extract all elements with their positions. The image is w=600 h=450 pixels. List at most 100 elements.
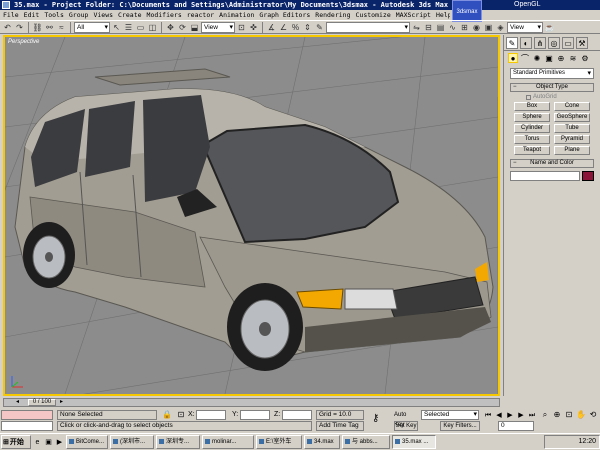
x-coord-input[interactable] xyxy=(196,410,226,420)
geometry-icon[interactable]: ● xyxy=(508,53,518,63)
select-move-icon[interactable]: ✥ xyxy=(165,22,176,33)
spacewarps-icon[interactable]: ≋ xyxy=(568,53,578,63)
minivan-model[interactable] xyxy=(14,68,494,371)
render-view-dropdown[interactable]: View xyxy=(507,21,543,33)
mirror-icon[interactable]: ⇋ xyxy=(411,22,422,33)
modify-tab-icon[interactable]: ◐ xyxy=(520,37,532,49)
angle-snap-icon[interactable]: ∠ xyxy=(278,22,289,33)
object-name-input[interactable] xyxy=(510,171,580,181)
named-selection-edit-icon[interactable]: ✎ xyxy=(314,22,325,33)
quicklaunch-media-icon[interactable]: ▶ xyxy=(55,438,64,447)
shapes-icon[interactable]: ⌒ xyxy=(520,53,530,63)
menu-customize[interactable]: Customize xyxy=(356,10,391,20)
maxscript-listener-mini[interactable] xyxy=(1,410,53,420)
utilities-tab-icon[interactable]: ⚒ xyxy=(576,37,588,49)
zoom-extents-icon[interactable]: ⊡ xyxy=(564,410,574,420)
select-rotate-icon[interactable]: ⟳ xyxy=(177,22,188,33)
set-key-button[interactable]: Set Key xyxy=(394,421,418,431)
systems-icon[interactable]: ⚙ xyxy=(580,53,590,63)
quicklaunch-ie-icon[interactable]: e xyxy=(33,438,42,447)
name-color-rollout-header[interactable]: − Name and Color xyxy=(510,159,594,168)
menu-tools[interactable]: Tools xyxy=(44,10,64,20)
absolute-mode-icon[interactable]: ⊡ xyxy=(176,410,186,420)
taskbar-item[interactable]: molinar... xyxy=(202,435,254,449)
autogrid-checkbox[interactable]: AutoGrid xyxy=(510,92,594,102)
menu-views[interactable]: Views xyxy=(93,10,113,20)
select-scale-icon[interactable]: ⬓ xyxy=(189,22,200,33)
render-setup-icon[interactable]: ▣ xyxy=(483,22,494,33)
reference-coord-dropdown[interactable]: View xyxy=(201,21,235,33)
object-type-rollout-header[interactable]: − Object Type xyxy=(510,83,594,92)
play-icon[interactable]: ▶ xyxy=(505,411,515,420)
align-icon[interactable]: ⊟ xyxy=(423,22,434,33)
taskbar-item[interactable]: (深圳市... xyxy=(110,435,154,449)
time-slider-track[interactable]: ◂ 0 / 100 ▸ xyxy=(3,398,500,407)
menu-group[interactable]: Group xyxy=(69,10,89,20)
arc-rotate-icon[interactable]: ⟲ xyxy=(588,410,598,420)
select-manipulate-icon[interactable]: ✜ xyxy=(248,22,259,33)
render-frame-icon[interactable]: ◈ xyxy=(495,22,506,33)
go-to-start-icon[interactable]: ⏮ xyxy=(483,411,493,420)
pan-icon[interactable]: ✋ xyxy=(576,410,586,420)
redo-icon[interactable]: ↷ xyxy=(14,22,25,33)
spinner-snap-icon[interactable]: ⇕ xyxy=(302,22,313,33)
taskbar-item[interactable]: 深圳专... xyxy=(156,435,200,449)
menu-rendering[interactable]: Rendering xyxy=(315,10,350,20)
y-coord-input[interactable] xyxy=(240,410,270,420)
undo-icon[interactable]: ↶ xyxy=(2,22,13,33)
menu-edit[interactable]: Edit xyxy=(24,10,40,20)
key-filters-button[interactable]: Key Filters... xyxy=(440,421,480,431)
torus-button[interactable]: Torus xyxy=(514,135,550,144)
curve-editor-icon[interactable]: ∿ xyxy=(447,22,458,33)
display-tab-icon[interactable]: ▭ xyxy=(562,37,574,49)
select-by-name-icon[interactable]: ☰ xyxy=(123,22,134,33)
add-time-tag-button[interactable]: Add Time Tag xyxy=(316,421,364,431)
create-tab-icon[interactable]: ✎ xyxy=(506,37,518,49)
object-color-swatch[interactable] xyxy=(582,171,594,181)
rect-selection-icon[interactable]: ▭ xyxy=(135,22,146,33)
tube-button[interactable]: Tube xyxy=(554,124,590,133)
menu-graph-editors[interactable]: Graph Editors xyxy=(259,10,310,20)
key-selection-dropdown[interactable]: Selected xyxy=(421,410,479,420)
zoom-all-icon[interactable]: ⊕ xyxy=(552,410,562,420)
menu-file[interactable]: File xyxy=(3,10,19,20)
next-frame-icon[interactable]: ▶ xyxy=(516,411,526,420)
pivot-center-icon[interactable]: ⊡ xyxy=(236,22,247,33)
maxscript-input-mini[interactable] xyxy=(1,421,53,431)
perspective-viewport[interactable]: Perspective xyxy=(3,35,500,396)
bind-spacewarp-icon[interactable]: ≈ xyxy=(56,22,67,33)
schematic-view-icon[interactable]: ⊞ xyxy=(459,22,470,33)
geosphere-button[interactable]: GeoSphere xyxy=(554,113,590,122)
taskbar-item[interactable]: BitCome... xyxy=(66,435,108,449)
menu-reactor[interactable]: reactor xyxy=(187,10,214,20)
quick-render-icon[interactable]: ☕ xyxy=(544,22,555,33)
link-icon[interactable]: ⛓ xyxy=(32,22,43,33)
menu-create[interactable]: Create xyxy=(118,10,141,20)
box-button[interactable]: Box xyxy=(514,102,550,111)
pyramid-button[interactable]: Pyramid xyxy=(554,135,590,144)
lock-selection-icon[interactable]: 🔒 xyxy=(162,410,172,420)
current-frame-input[interactable]: 0 xyxy=(498,421,534,431)
helpers-icon[interactable]: ⊕ xyxy=(556,53,566,63)
prev-frame-icon[interactable]: ◀ xyxy=(494,411,504,420)
go-to-end-icon[interactable]: ⏭ xyxy=(527,411,537,420)
teapot-button[interactable]: Teapot xyxy=(514,146,550,155)
cylinder-button[interactable]: Cylinder xyxy=(514,124,550,133)
taskbar-item[interactable]: 与 abbs... xyxy=(342,435,390,449)
zoom-icon[interactable]: ⌕ xyxy=(540,410,550,420)
set-key-icon[interactable]: ⚷ xyxy=(372,413,379,424)
layer-manager-icon[interactable]: ▤ xyxy=(435,22,446,33)
select-object-icon[interactable]: ↖ xyxy=(111,22,122,33)
taskbar-item-active[interactable]: 35.max ... xyxy=(392,435,436,449)
start-button[interactable]: ⊞ 开始 xyxy=(1,435,31,449)
snap-toggle-icon[interactable]: ∡ xyxy=(266,22,277,33)
menu-maxscript[interactable]: MAXScript xyxy=(396,10,431,20)
taskbar-item[interactable]: E:\室外车 xyxy=(256,435,302,449)
sphere-button[interactable]: Sphere xyxy=(514,113,550,122)
named-selection-sets-dropdown[interactable] xyxy=(326,21,410,33)
motion-tab-icon[interactable]: ◎ xyxy=(548,37,560,49)
menu-modifiers[interactable]: Modifiers xyxy=(147,10,182,20)
material-editor-icon[interactable]: ◉ xyxy=(471,22,482,33)
quicklaunch-desktop-icon[interactable]: ▣ xyxy=(44,438,53,447)
menu-animation[interactable]: Animation xyxy=(219,10,254,20)
